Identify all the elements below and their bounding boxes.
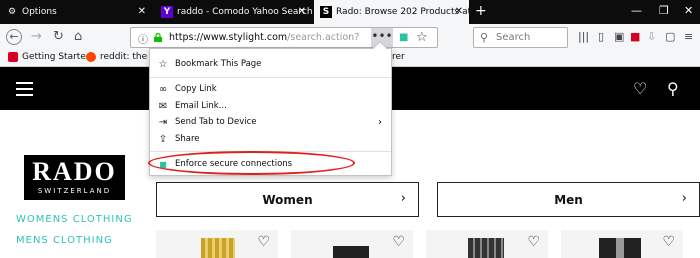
close-icon[interactable]: ✕ xyxy=(138,6,146,17)
menu-icon[interactable]: ≡ xyxy=(684,30,693,43)
back-button[interactable]: ← xyxy=(6,29,22,45)
menu-item-send-tab[interactable]: ⇥ Send Tab to Device › xyxy=(158,114,386,130)
product-image xyxy=(201,238,235,258)
link-icon: ∞ xyxy=(158,83,168,95)
star-icon: ☆ xyxy=(158,58,168,70)
search-box[interactable]: ⚲ Search xyxy=(473,27,568,48)
tab-title: Options xyxy=(22,7,57,17)
menu-item-label: Bookmark This Page xyxy=(175,59,262,69)
search-placeholder: Search xyxy=(496,32,531,43)
menu-item-bookmark[interactable]: ☆ Bookmark This Page xyxy=(158,56,386,72)
sidebar-icon[interactable]: ▯ xyxy=(598,30,604,43)
sync-icon[interactable]: ⇩ xyxy=(647,30,656,43)
category-label: Men xyxy=(554,193,583,207)
product-card[interactable]: ♡ xyxy=(561,230,683,258)
brand-name: RADO xyxy=(32,157,117,186)
category-label: Women xyxy=(262,193,313,207)
home-button[interactable]: ⌂ xyxy=(74,29,82,45)
menu-item-label: Email Link... xyxy=(175,101,227,111)
minimize-button[interactable]: — xyxy=(631,4,642,17)
brand-logo: RADO SWITZERLAND xyxy=(24,155,125,200)
product-card[interactable]: ♡ xyxy=(426,230,548,258)
stylight-icon: S xyxy=(320,6,332,18)
pocket-icon[interactable]: ■ xyxy=(630,30,640,43)
bookmark-getting-started[interactable]: Getting Started xyxy=(8,52,92,62)
tab-title: Rado: Browse 202 Products at U xyxy=(336,7,469,17)
tab-yahoo-search[interactable]: Y raddo - Comodo Yahoo Search ✕ xyxy=(155,0,312,24)
heart-icon[interactable]: ♡ xyxy=(527,234,540,250)
menu-item-label: Share xyxy=(175,134,200,144)
screenshot-icon[interactable]: ▣ xyxy=(614,30,624,43)
extension-icon[interactable]: ▢ xyxy=(665,30,675,43)
product-image xyxy=(599,238,641,258)
menu-item-email-link[interactable]: ✉ Email Link... xyxy=(158,98,386,114)
heart-icon[interactable]: ♡ xyxy=(662,234,675,250)
product-card[interactable]: ♡ xyxy=(291,230,413,258)
chevron-right-icon: › xyxy=(378,116,382,128)
close-window-button[interactable]: ✕ xyxy=(684,4,693,17)
forward-button[interactable]: → xyxy=(31,29,42,45)
bookmark-label: rer xyxy=(392,52,405,62)
sidebar-link-mens-clothing[interactable]: MENS CLOTHING xyxy=(16,235,113,246)
new-tab-button[interactable]: + xyxy=(475,3,487,19)
category-women-button[interactable]: Women › xyxy=(156,182,419,217)
chevron-right-icon: › xyxy=(400,191,406,206)
url-host: https://www.stylight.com xyxy=(169,32,288,43)
send-tab-icon: ⇥ xyxy=(158,116,168,128)
heart-icon[interactable]: ♡ xyxy=(633,79,647,98)
chevron-right-icon: › xyxy=(681,191,687,206)
url-path: /search.action?bra xyxy=(287,32,359,43)
sidebar-link-womens-clothing[interactable]: WOMENS CLOTHING xyxy=(16,214,133,225)
category-men-button[interactable]: Men › xyxy=(437,182,700,217)
firefox-icon xyxy=(8,52,18,62)
product-image xyxy=(333,246,369,258)
restore-button[interactable]: ❐ xyxy=(659,4,669,17)
email-icon: ✉ xyxy=(158,100,168,112)
menu-item-share[interactable]: ⇪ Share xyxy=(158,131,386,147)
heart-icon[interactable]: ♡ xyxy=(392,234,405,250)
gear-icon: ⚙ xyxy=(7,7,17,17)
shield-icon[interactable]: ■ xyxy=(399,32,408,43)
menu-divider xyxy=(150,77,391,78)
library-icon[interactable]: ||| xyxy=(578,30,589,43)
search-icon[interactable]: ⚲ xyxy=(667,79,679,98)
brand-sub: SWITZERLAND xyxy=(37,187,112,195)
url-text[interactable]: https://www.stylight.com/search.action?b… xyxy=(169,32,359,43)
reddit-icon xyxy=(86,52,96,62)
nav-toolbar: ← → ↻ ⌂ ⓘ https://www.stylight.com/searc… xyxy=(0,24,700,50)
url-bar[interactable]: ⓘ https://www.stylight.com/search.action… xyxy=(130,27,438,48)
product-image xyxy=(468,238,504,258)
tab-title: raddo - Comodo Yahoo Search xyxy=(177,7,312,17)
heart-icon[interactable]: ♡ xyxy=(257,234,270,250)
info-icon[interactable]: ⓘ xyxy=(138,31,148,46)
reload-button[interactable]: ↻ xyxy=(53,29,64,45)
menu-item-label: Copy Link xyxy=(175,84,217,94)
product-card[interactable]: ♡ xyxy=(156,230,278,258)
bookmark-other[interactable]: rer xyxy=(392,52,405,62)
share-icon: ⇪ xyxy=(158,133,168,145)
annotation-highlight xyxy=(148,151,355,175)
lock-icon xyxy=(154,33,162,42)
tab-options[interactable]: ⚙ Options ✕ xyxy=(0,0,152,24)
menu-item-label: Send Tab to Device xyxy=(175,117,257,127)
tab-stylight[interactable]: S Rado: Browse 202 Products at U ✕ xyxy=(314,0,469,24)
yahoo-icon: Y xyxy=(161,6,173,18)
close-icon[interactable]: ✕ xyxy=(455,6,463,17)
hamburger-menu-icon[interactable] xyxy=(16,82,33,96)
menu-item-copy-link[interactable]: ∞ Copy Link xyxy=(158,81,386,97)
bookmark-label: Getting Started xyxy=(22,52,92,62)
tab-strip: ⚙ Options ✕ Y raddo - Comodo Yahoo Searc… xyxy=(0,0,700,24)
close-icon[interactable]: ✕ xyxy=(298,6,306,17)
bookmark-star-icon[interactable]: ☆ xyxy=(416,30,428,45)
search-icon: ⚲ xyxy=(480,31,489,44)
